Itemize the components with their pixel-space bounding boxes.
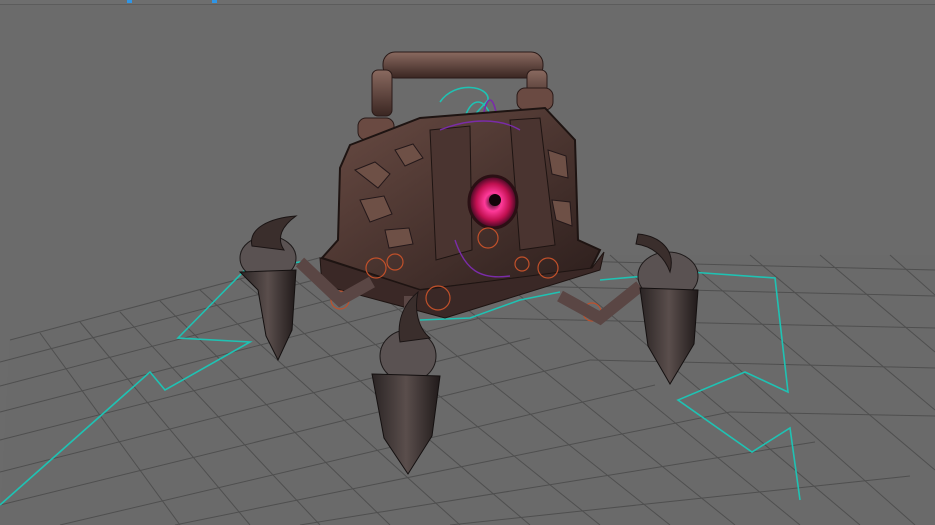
3d-viewport[interactable] bbox=[0, 0, 935, 525]
maya-viewport-window bbox=[0, 0, 935, 525]
